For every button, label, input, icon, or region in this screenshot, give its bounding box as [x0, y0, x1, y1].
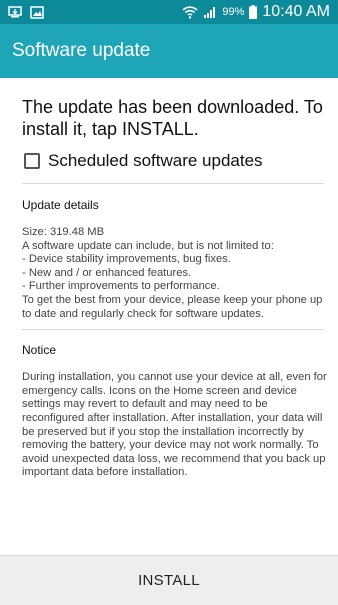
status-bar: 99% 10:40 AM [0, 0, 338, 24]
scheduled-updates-label: Scheduled software updates [48, 151, 263, 170]
page-title: Software update [12, 40, 151, 61]
notice-text: During installation, you cannot use your… [22, 371, 327, 479]
download-status-message: The update has been downloaded. To insta… [22, 97, 323, 139]
notification-icons [8, 5, 44, 19]
signal-icon [203, 6, 217, 19]
divider [22, 183, 324, 184]
battery-icon [249, 5, 258, 19]
app-bar: Software update [0, 24, 338, 78]
bottom-action-bar: INSTALL [0, 555, 338, 605]
update-details-text: Size: 319.48 MB A software update can in… [22, 226, 323, 320]
battery-percent: 99% [222, 6, 245, 18]
scheduled-updates-checkbox[interactable] [24, 153, 40, 169]
main-content: The update has been downloaded. To insta… [0, 78, 338, 555]
update-details-heading: Update details [22, 198, 99, 212]
wifi-icon [182, 5, 198, 19]
photo-notification-icon [30, 5, 44, 19]
download-notification-icon [8, 5, 22, 19]
notice-heading: Notice [22, 343, 57, 358]
system-icons: 99% 10:40 AM [182, 3, 330, 21]
clock: 10:40 AM [262, 3, 330, 20]
install-button[interactable]: INSTALL [132, 571, 206, 590]
divider [22, 329, 324, 331]
scheduled-updates-option[interactable]: Scheduled software updates [22, 151, 330, 171]
